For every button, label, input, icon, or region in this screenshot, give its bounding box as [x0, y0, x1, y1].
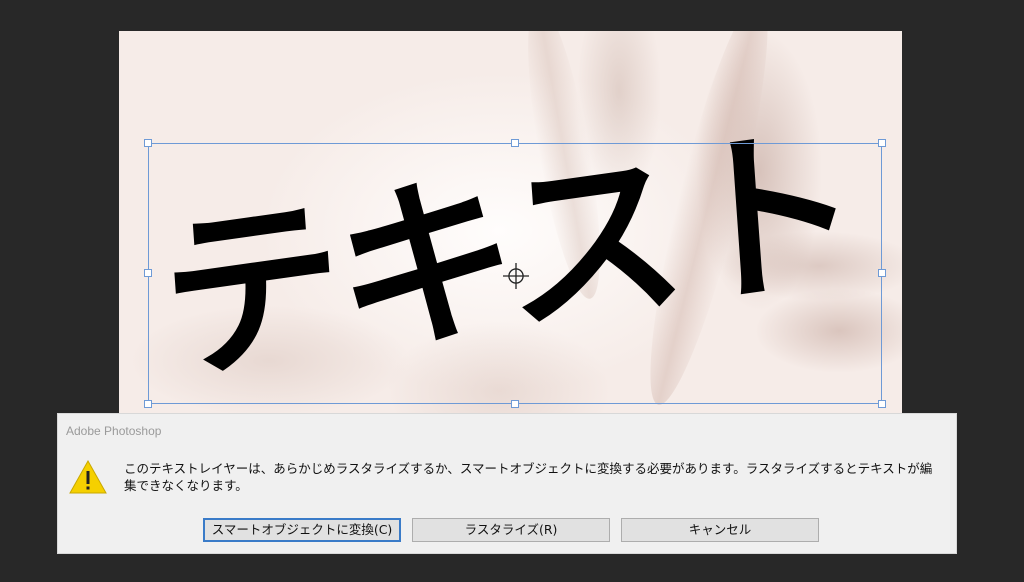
cancel-button[interactable]: キャンセル: [621, 518, 819, 542]
transform-handle-bottom-left[interactable]: [144, 400, 152, 408]
reference-point-icon[interactable]: [503, 263, 529, 289]
dialog-title: Adobe Photoshop: [66, 424, 162, 438]
transform-handle-top-right[interactable]: [878, 139, 886, 147]
rasterize-dialog: Adobe Photoshop このテキストレイヤーは、あらかじめラスタライズす…: [57, 413, 957, 554]
transform-handle-top-left[interactable]: [144, 139, 152, 147]
transform-handle-bottom-center[interactable]: [511, 400, 519, 408]
transform-handle-bottom-right[interactable]: [878, 400, 886, 408]
warning-icon: [69, 460, 107, 494]
rasterize-button[interactable]: ラスタライズ(R): [412, 518, 610, 542]
transform-handle-middle-left[interactable]: [144, 269, 152, 277]
transform-handle-top-center[interactable]: [511, 139, 519, 147]
convert-smart-object-button[interactable]: スマートオブジェクトに変換(C): [203, 518, 401, 542]
transform-handle-middle-right[interactable]: [878, 269, 886, 277]
dialog-message: このテキストレイヤーは、あらかじめラスタライズするか、スマートオブジェクトに変換…: [124, 461, 933, 493]
